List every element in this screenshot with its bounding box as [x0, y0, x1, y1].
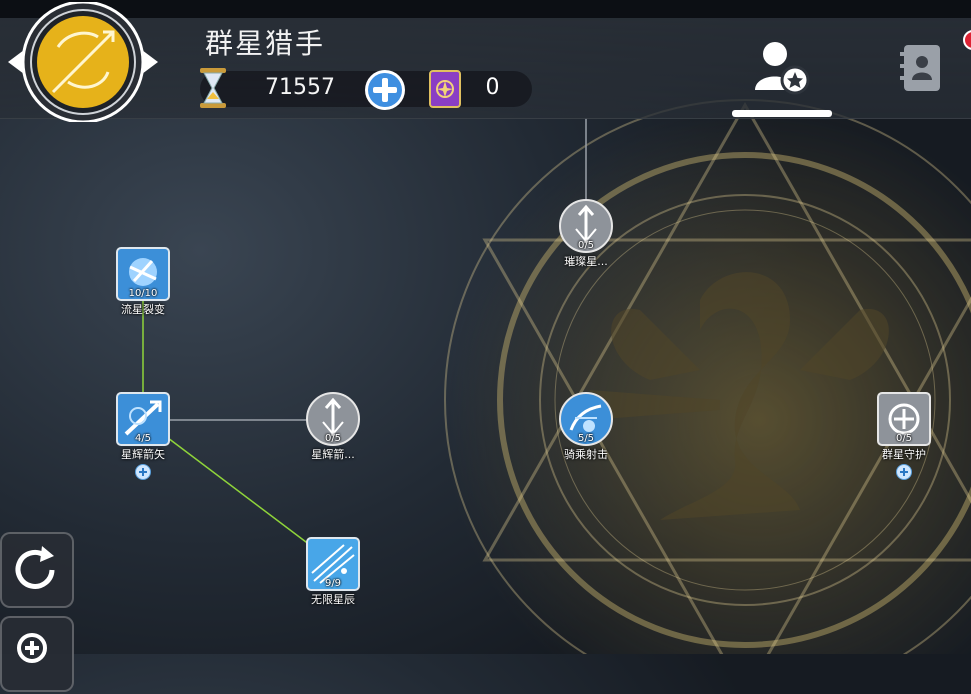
star-arrow-icon: 4/5 — [116, 392, 170, 446]
skill-label: 星辉箭矢 — [121, 448, 165, 461]
skill-node-star-guard[interactable]: 0/5 群星守护 — [864, 392, 944, 480]
skill-level: 9/9 — [324, 578, 342, 589]
skill-level: 0/5 — [577, 240, 595, 251]
add-points-button[interactable] — [363, 68, 407, 112]
infinite-stars-icon: 9/9 — [306, 537, 360, 591]
ledger-icon[interactable] — [896, 42, 946, 94]
zoom-in-icon — [17, 633, 47, 663]
skill-level: 0/5 — [895, 433, 913, 444]
zoom-in-button[interactable] — [0, 616, 74, 692]
skill-node-starlight-arrow[interactable]: 0/5 星辉箭... — [293, 392, 373, 462]
class-emblem-icon — [8, 2, 158, 122]
upgrade-plus-button[interactable] — [896, 464, 912, 480]
meteor-fission-icon: 10/10 — [116, 247, 170, 301]
skill-label: 骑乘射击 — [564, 448, 608, 461]
skill-node-brilliant-star[interactable]: 0/5 璀璨星... — [546, 199, 626, 269]
skill-label: 无限星辰 — [311, 593, 355, 606]
skill-level: 5/5 — [577, 433, 595, 444]
skill-label: 流星裂变 — [121, 303, 165, 316]
skill-node-meteor-fission[interactable]: 10/10 流星裂变 — [103, 247, 183, 317]
upgrade-plus-button[interactable] — [135, 464, 151, 480]
star-guard-icon: 0/5 — [877, 392, 931, 446]
spellbook-icon — [429, 70, 461, 108]
skill-node-mounted-shot[interactable]: 5/5 骑乘射击 — [546, 392, 626, 462]
skill-level: 4/5 — [134, 433, 152, 444]
starlight-arrow-icon: 0/5 — [306, 392, 360, 446]
mounted-shot-icon: 5/5 — [559, 392, 613, 446]
skill-level: 10/10 — [128, 288, 158, 299]
refresh-icon — [15, 546, 55, 589]
skill-level: 0/5 — [324, 433, 342, 444]
link-arrow-to-infinite — [167, 437, 311, 546]
reset-button[interactable] — [0, 532, 74, 608]
skill-label: 星辉箭... — [311, 448, 355, 461]
skill-node-star-arrow[interactable]: 4/5 星辉箭矢 — [103, 392, 183, 480]
profile-star-icon[interactable] — [745, 38, 817, 98]
skill-node-infinite-stars[interactable]: 9/9 无限星辰 — [293, 537, 373, 607]
skill-label: 群星守护 — [882, 448, 926, 461]
active-tab-indicator — [732, 110, 832, 117]
class-title: 群星猎手 — [205, 27, 326, 60]
hourglass-icon — [200, 68, 226, 108]
brilliant-star-icon: 0/5 — [559, 199, 613, 253]
skill-points-value: 71557 — [265, 75, 335, 100]
item-count-value: 0 — [485, 75, 500, 100]
skill-label: 璀璨星... — [564, 255, 608, 268]
